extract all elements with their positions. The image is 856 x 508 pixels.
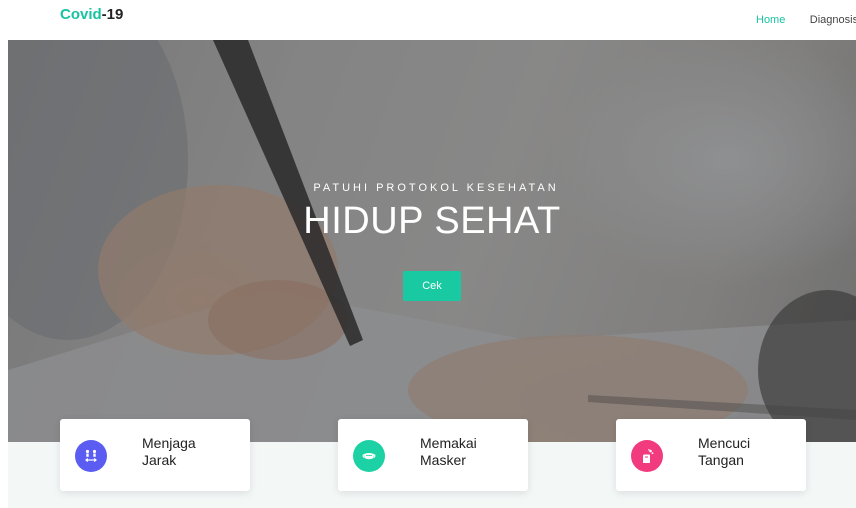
brand-logo[interactable]: Covid-19 bbox=[60, 6, 123, 23]
feature-card-mencuci-tangan[interactable]: Mencuci Tangan bbox=[616, 419, 806, 491]
social-distance-icon bbox=[75, 440, 107, 472]
brand-main-text: Covid bbox=[60, 6, 102, 23]
brand-accent-text: -19 bbox=[101, 6, 124, 23]
feature-card-memakai-masker[interactable]: Memakai Masker bbox=[338, 419, 528, 491]
page: Covid-19 Home Diagnosis PATUHI PROTOKOL bbox=[0, 0, 856, 508]
nav-link-home[interactable]: Home bbox=[756, 14, 785, 26]
navbar: Covid-19 Home Diagnosis bbox=[0, 0, 856, 40]
nav-links: Home Diagnosis bbox=[756, 10, 856, 28]
hero-subtitle: PATUHI PROTOKOL KESEHATAN bbox=[313, 182, 559, 194]
feature-label: Menjaga Jarak bbox=[142, 435, 196, 468]
hero-content: PATUHI PROTOKOL KESEHATAN HIDUP SEHAT Ce… bbox=[8, 182, 856, 301]
nav-link-diagnosis[interactable]: Diagnosis bbox=[810, 14, 856, 26]
feature-label: Mencuci Tangan bbox=[698, 435, 751, 468]
face-mask-icon bbox=[353, 440, 385, 472]
cek-button[interactable]: Cek bbox=[403, 271, 461, 301]
feature-card-menjaga-jarak[interactable]: Menjaga Jarak bbox=[60, 419, 250, 491]
feature-label: Memakai Masker bbox=[420, 435, 477, 468]
hero-title: HIDUP SEHAT bbox=[303, 200, 561, 242]
hand-wash-icon bbox=[631, 440, 663, 472]
hero-banner: PATUHI PROTOKOL KESEHATAN HIDUP SEHAT Ce… bbox=[8, 40, 856, 442]
